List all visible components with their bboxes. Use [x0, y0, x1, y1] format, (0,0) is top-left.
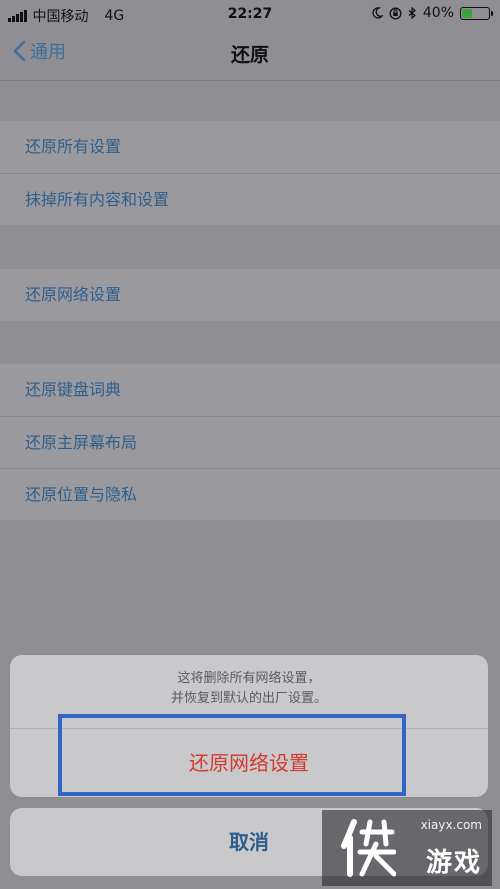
watermark-site: xiayx.com: [420, 818, 482, 832]
reset-keyboard-dictionary-item[interactable]: 还原键盘词典: [0, 364, 500, 416]
battery-percent: 40%: [422, 5, 454, 21]
watermark-brand: 游戏: [425, 848, 482, 878]
status-bar: 中国移动 4G 22:27 40%: [0, 0, 500, 28]
orientation-lock-icon: [389, 7, 402, 19]
erase-all-content-item[interactable]: 抹掉所有内容和设置: [0, 173, 500, 225]
reset-network-settings-item[interactable]: 还原网络设置: [0, 269, 500, 321]
message-line-2: 并恢复到默认的出厂设置。: [170, 691, 327, 706]
highlight-box: [58, 714, 406, 796]
watermark-logo-icon: [341, 819, 396, 877]
battery-icon: [460, 6, 493, 20]
page-title: 还原: [230, 44, 269, 66]
settings-group-3: 还原键盘词典 还原主屏幕布局 还原位置与隐私: [0, 364, 500, 520]
settings-group-2: 还原网络设置: [0, 269, 500, 321]
reset-home-screen-layout-item[interactable]: 还原主屏幕布局: [0, 416, 500, 468]
settings-group-1: 还原所有设置 抹掉所有内容和设置: [0, 121, 500, 225]
navigation-bar: 通用 还原: [0, 28, 500, 81]
moon-icon: [372, 7, 383, 19]
bluetooth-icon: [408, 6, 416, 19]
reset-all-settings-item[interactable]: 还原所有设置: [0, 121, 500, 173]
message-line-1: 这将删除所有网络设置，: [177, 671, 321, 686]
reset-location-privacy-item[interactable]: 还原位置与隐私: [0, 468, 500, 520]
watermark: xiayx.com 游戏: [322, 810, 492, 886]
action-sheet-message: 这将删除所有网络设置， 并恢复到默认的出厂设置。: [10, 669, 488, 709]
